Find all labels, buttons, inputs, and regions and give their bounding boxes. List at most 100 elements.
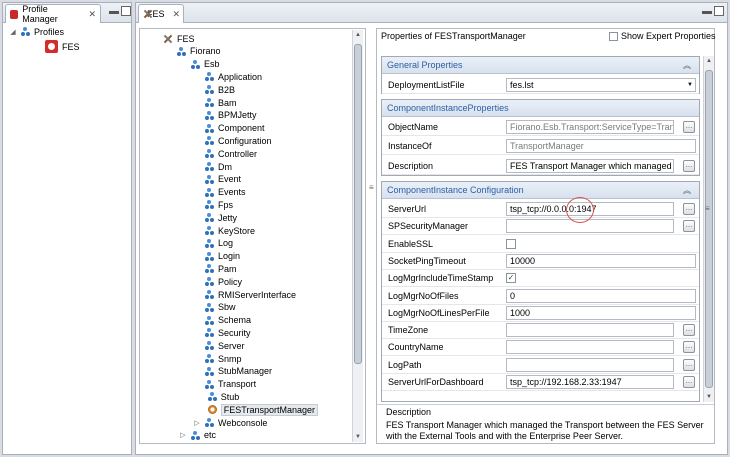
- section-title: ComponentInstanceProperties: [387, 103, 509, 113]
- property-label: LogMgrIncludeTimeStamp: [388, 273, 494, 284]
- property-label: ServerUrl: [388, 204, 427, 214]
- tab-fes[interactable]: FES ✕: [138, 4, 184, 23]
- property-field[interactable]: Fiorano.Esb.Transport:ServiceType=Transp…: [506, 120, 674, 134]
- scroll-up-icon[interactable]: ▲: [354, 32, 362, 38]
- maximize-icon[interactable]: [714, 6, 724, 16]
- tree-item[interactable]: Schema: [205, 314, 251, 327]
- tree-item[interactable]: RMIServerInterface: [205, 288, 296, 301]
- tree-item[interactable]: Login: [205, 250, 240, 263]
- property-label: LogMgrNoOfFiles: [388, 290, 459, 301]
- expand-toggle-icon[interactable]: ▷: [193, 419, 201, 427]
- maximize-icon[interactable]: [121, 6, 131, 16]
- tree-item[interactable]: Bam: [205, 96, 237, 109]
- tree-item[interactable]: Security: [205, 326, 251, 339]
- show-expert-checkbox[interactable]: [609, 31, 618, 41]
- property-checkbox[interactable]: ✓: [506, 273, 516, 284]
- node-icon: [205, 418, 214, 427]
- collapse-icon[interactable]: ︽: [683, 185, 691, 196]
- node-icon: [191, 59, 200, 69]
- property-field[interactable]: 1000: [506, 305, 696, 320]
- tree-item[interactable]: ▷ Webconsole: [193, 416, 267, 429]
- minimize-icon[interactable]: [702, 11, 712, 14]
- tree-item[interactable]: Stub: [207, 390, 239, 403]
- deployment-list-combo[interactable]: fes.lst ▼: [506, 78, 696, 92]
- property-checkbox[interactable]: [506, 238, 516, 249]
- collapse-icon[interactable]: ︽: [683, 60, 691, 71]
- close-icon[interactable]: ✕: [88, 9, 96, 20]
- tree-item[interactable]: Fiorano: [177, 45, 221, 58]
- profile-manager-icon: [10, 9, 19, 19]
- ellipsis-button[interactable]: …: [683, 121, 695, 133]
- tree-item[interactable]: Jetty: [205, 211, 237, 224]
- section-header[interactable]: General Properties ︽: [382, 57, 699, 74]
- show-expert-toggle[interactable]: Show Expert Proporties: [609, 31, 716, 41]
- dropdown-arrow-icon[interactable]: ▼: [687, 82, 693, 88]
- section-header[interactable]: ComponentInstance Configuration ︽: [382, 182, 699, 199]
- tree-item[interactable]: Transport: [205, 378, 256, 391]
- tree-item[interactable]: Sbw: [205, 301, 236, 314]
- tree-item[interactable]: Log: [205, 237, 233, 250]
- tree-item[interactable]: Application: [205, 70, 262, 83]
- tree-item[interactable]: Component: [205, 122, 265, 135]
- tree-item[interactable]: KeyStore: [205, 224, 255, 237]
- scroll-down-icon[interactable]: ▼: [705, 394, 713, 400]
- properties-scrollbar[interactable]: ▲ ▼: [703, 56, 714, 402]
- ellipsis-button[interactable]: …: [683, 376, 695, 388]
- tree-item[interactable]: Server: [205, 339, 245, 352]
- scroll-thumb[interactable]: [705, 70, 713, 388]
- expand-toggle-icon[interactable]: ◢: [9, 28, 17, 36]
- tree-item[interactable]: Snmp: [205, 352, 242, 365]
- property-field[interactable]: [506, 357, 674, 372]
- property-field[interactable]: [506, 340, 674, 355]
- tree-item[interactable]: Configuration: [205, 134, 272, 147]
- property-field[interactable]: TransportManager: [506, 139, 696, 154]
- instance-configuration-section: ComponentInstance Configuration ︽ Server…: [381, 181, 700, 402]
- property-field[interactable]: FES Transport Manager which managed the …: [506, 158, 674, 173]
- show-expert-label: Show Expert Proporties: [621, 31, 716, 41]
- tree-item[interactable]: B2B: [205, 83, 235, 96]
- tree-item-label: Jetty: [218, 212, 238, 223]
- node-icon: [205, 110, 214, 120]
- property-field[interactable]: 10000: [506, 253, 696, 268]
- tree-item[interactable]: ▷ etc: [179, 429, 216, 442]
- tree-item[interactable]: Controller: [205, 147, 257, 160]
- tree-scrollbar[interactable]: ▲ ▼: [352, 30, 363, 442]
- ellipsis-button[interactable]: …: [683, 324, 695, 337]
- ellipsis-button[interactable]: …: [683, 341, 695, 354]
- property-field[interactable]: [506, 219, 674, 234]
- scroll-down-icon[interactable]: ▼: [354, 434, 362, 440]
- tree-item[interactable]: FES: [163, 32, 195, 45]
- tree-item-fes-profile[interactable]: FES: [45, 40, 80, 53]
- tree-item[interactable]: StubManager: [205, 365, 272, 378]
- tree-item[interactable]: Events: [205, 186, 246, 199]
- property-field[interactable]: 0: [506, 288, 696, 303]
- tree-item[interactable]: BPMJetty: [205, 109, 257, 122]
- tree-item[interactable]: Event: [205, 173, 241, 186]
- ellipsis-button[interactable]: …: [683, 203, 695, 215]
- tree-item[interactable]: Fps: [205, 198, 233, 211]
- tree-item[interactable]: Esb: [191, 58, 220, 71]
- tab-profile-manager[interactable]: Profile Manager ✕: [5, 4, 101, 24]
- ellipsis-button[interactable]: …: [683, 358, 695, 371]
- scroll-up-icon[interactable]: ▲: [705, 58, 713, 64]
- splitter-grip-icon[interactable]: ≡: [705, 204, 710, 213]
- tree-item-profiles[interactable]: ◢ Profiles: [9, 25, 64, 38]
- property-field[interactable]: tsp_tcp://192.168.2.33:1947: [506, 375, 674, 389]
- section-header[interactable]: ComponentInstanceProperties: [382, 100, 699, 117]
- tree-item[interactable]: Policy: [205, 275, 242, 288]
- tree-item-label: Event: [218, 174, 242, 185]
- ellipsis-button[interactable]: …: [683, 159, 695, 172]
- splitter-grip-icon[interactable]: ≡: [369, 183, 374, 192]
- ellipsis-button[interactable]: …: [683, 220, 695, 233]
- node-icon: [205, 149, 214, 159]
- tree-item[interactable]: Dm: [205, 160, 232, 173]
- expand-toggle-icon[interactable]: ▷: [179, 431, 187, 439]
- property-field[interactable]: [506, 323, 674, 338]
- close-icon[interactable]: ✕: [173, 9, 181, 20]
- node-icon: [205, 366, 214, 376]
- tree-item[interactable]: Pam: [205, 262, 237, 275]
- tree-item[interactable]: FESTransportManager: [207, 403, 319, 416]
- scroll-thumb[interactable]: [354, 44, 362, 364]
- property-row: ServerUrlForDashboard tsp_tcp://192.168.2…: [382, 374, 699, 391]
- minimize-icon[interactable]: [109, 11, 119, 14]
